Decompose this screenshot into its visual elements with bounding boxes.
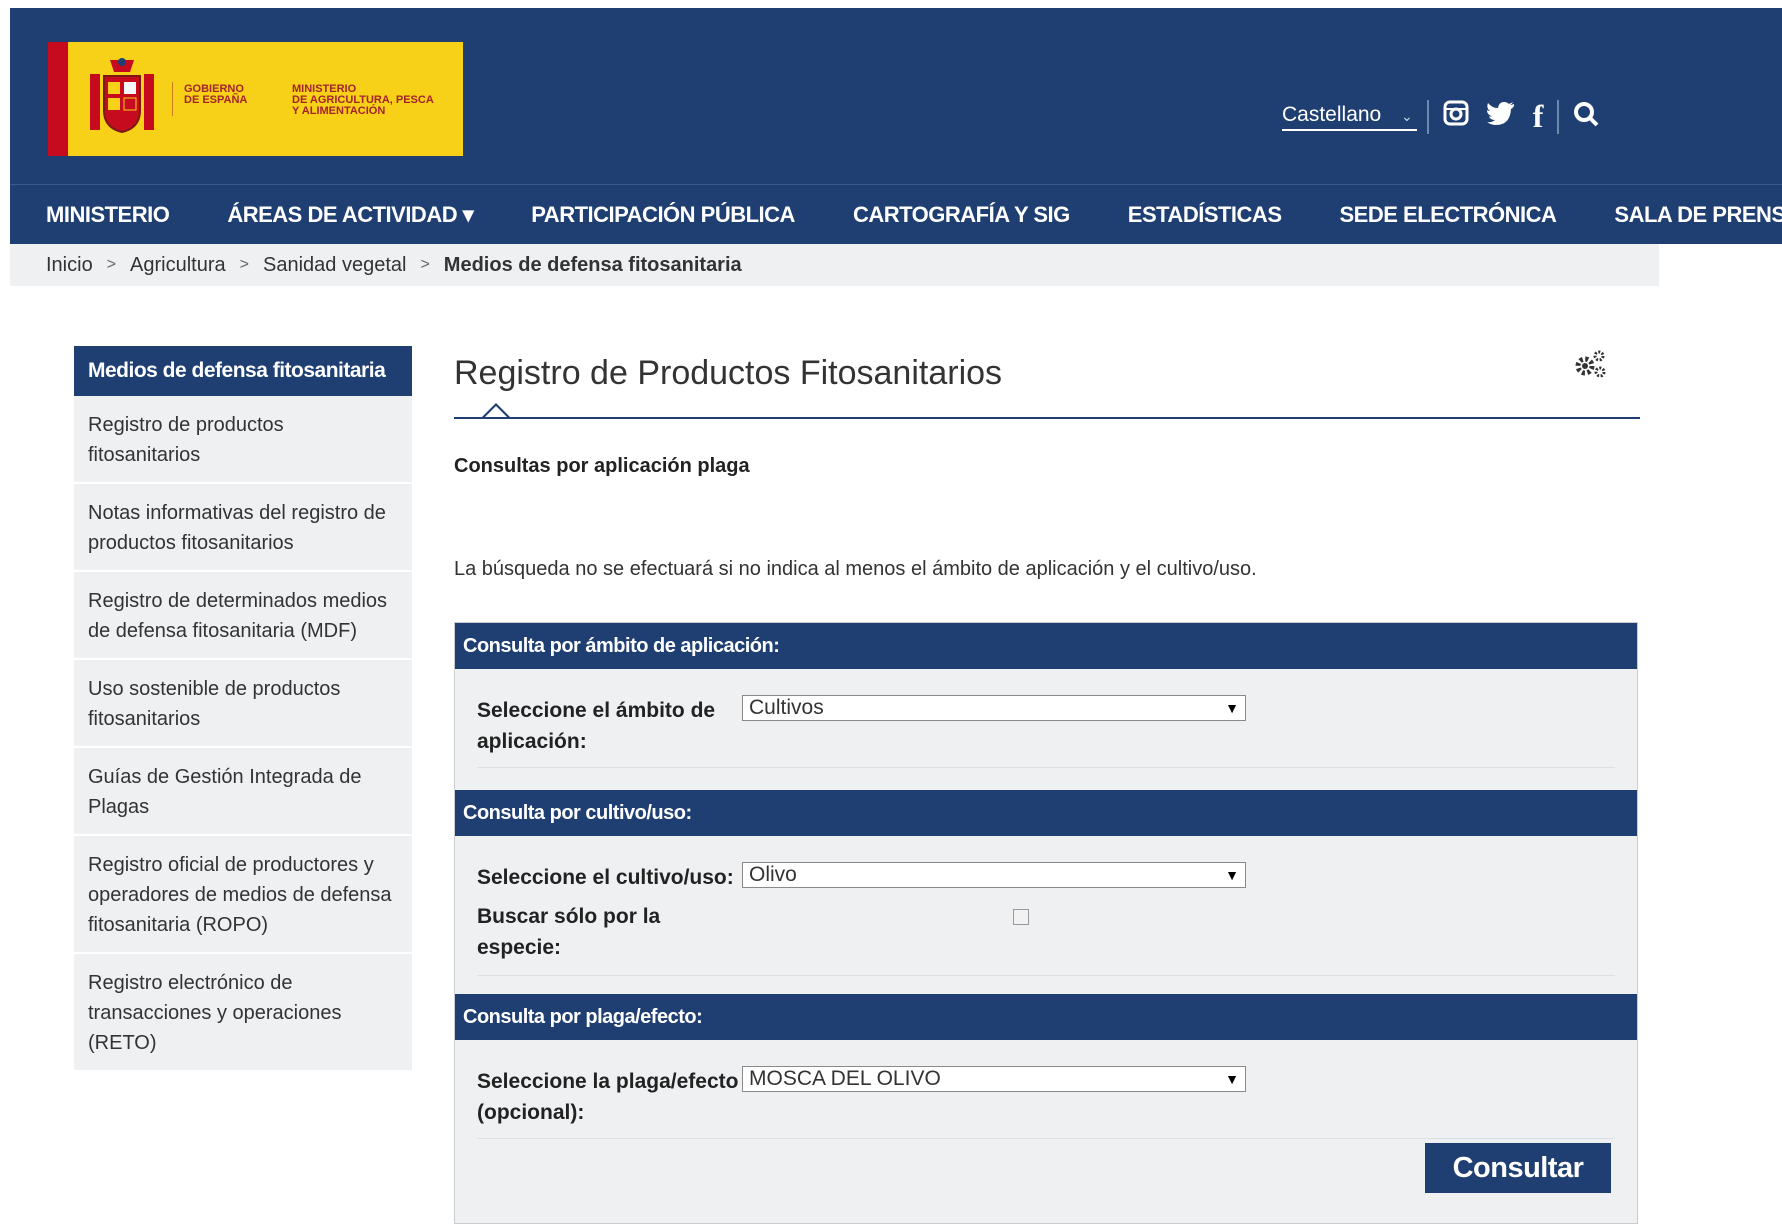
sidebar-item-reto[interactable]: Registro electrónico de transacciones y … xyxy=(74,954,412,1072)
form-row-especie: Buscar sólo por la especie: xyxy=(455,901,1637,963)
title-notch-inner xyxy=(485,406,507,417)
consultar-button[interactable]: Consultar xyxy=(1425,1143,1611,1193)
coat-of-arms-icon xyxy=(90,58,154,134)
breadcrumb-separator: > xyxy=(106,256,117,273)
government-logo[interactable]: GOBIERNO DE ESPAÑA MINISTERIO DE AGRICUL… xyxy=(32,42,463,156)
row-divider xyxy=(477,767,1615,768)
eu-flag-strip xyxy=(32,42,48,156)
breadcrumb-agricultura[interactable]: Agricultura xyxy=(130,254,226,277)
cultivo-label: Seleccione el cultivo/uso: xyxy=(477,866,734,889)
logo-divider xyxy=(172,82,173,116)
chevron-down-icon: ▼ xyxy=(1225,1071,1239,1087)
facebook-icon[interactable]: f xyxy=(1533,98,1544,135)
gear-icon[interactable] xyxy=(1572,348,1608,391)
query-form: Consulta por ámbito de aplicación: Selec… xyxy=(454,622,1638,1224)
sidebar-title[interactable]: Medios de defensa fitosanitaria xyxy=(74,346,412,396)
ambito-label: Seleccione el ámbito de aplicación: xyxy=(477,699,716,753)
cultivo-select[interactable]: Olivo ▼ xyxy=(742,862,1246,888)
language-select[interactable]: Castellano xyxy=(1282,103,1417,131)
nav-item-areas[interactable]: ÁREAS DE ACTIVIDAD ▾ xyxy=(227,202,473,228)
header-divider xyxy=(10,184,1782,185)
breadcrumb-current: Medios de defensa fitosanitaria xyxy=(443,253,742,276)
header-tools: Castellano ⌄ f xyxy=(1282,98,1599,135)
section-header-cultivo: Consulta por cultivo/uso: xyxy=(455,790,1637,836)
plaga-select[interactable]: MOSCA DEL OLIVO ▼ xyxy=(742,1066,1246,1092)
section-header-ambito: Consulta por ámbito de aplicación: xyxy=(455,623,1637,669)
especie-label: Buscar sólo por la especie: xyxy=(477,905,661,959)
title-underline xyxy=(454,403,1640,419)
search-icon[interactable] xyxy=(1573,101,1599,133)
chevron-down-icon: ▼ xyxy=(1225,700,1239,716)
section-header-plaga: Consulta por plaga/efecto: xyxy=(455,994,1637,1040)
plaga-label: Seleccione la plaga/efecto (opcional): xyxy=(477,1070,739,1124)
divider xyxy=(1557,99,1560,134)
sidebar-item-notas[interactable]: Notas informativas del registro de produ… xyxy=(74,484,412,572)
sidebar-item-guias[interactable]: Guías de Gestión Integrada de Plagas xyxy=(74,748,412,836)
breadcrumb-separator: > xyxy=(420,256,430,273)
sidebar-item-mdf[interactable]: Registro de determinados medios de defen… xyxy=(74,572,412,660)
chevron-down-icon: ▼ xyxy=(1225,867,1239,883)
ambito-select[interactable]: Cultivos ▼ xyxy=(742,695,1246,721)
nav-item-participacion[interactable]: PARTICIPACIÓN PÚBLICA xyxy=(531,202,795,228)
sidebar-item-ropo[interactable]: Registro oficial de productores y operad… xyxy=(74,836,412,954)
instagram-icon[interactable] xyxy=(1443,100,1469,133)
page-title: Registro de Productos Fitosanitarios xyxy=(454,354,1003,392)
row-divider xyxy=(477,975,1615,976)
logo-ministerio-text: MINISTERIO DE AGRICULTURA, PESCA Y ALIME… xyxy=(292,83,434,117)
form-row-ambito: Seleccione el ámbito de aplicación: Cult… xyxy=(455,695,1637,757)
sidebar-item-registro-productos[interactable]: Registro de productos fitosanitarios xyxy=(74,396,412,484)
search-note: La búsqueda no se efectuará si no indica… xyxy=(454,558,1257,580)
cultivo-select-value: Olivo xyxy=(749,863,797,886)
nav-item-prensa[interactable]: SALA DE PRENSA xyxy=(1614,202,1782,228)
nav-item-ministerio[interactable]: MINISTERIO xyxy=(46,202,170,228)
breadcrumb-inicio[interactable]: Inicio xyxy=(46,254,93,277)
plaga-select-value: MOSCA DEL OLIVO xyxy=(749,1067,941,1090)
social-links: f xyxy=(1443,98,1544,135)
main-nav: MINISTERIO ÁREAS DE ACTIVIDAD ▾ PARTICIP… xyxy=(46,202,1782,228)
breadcrumb-separator: > xyxy=(239,256,249,273)
form-row-plaga: Seleccione la plaga/efecto (opcional): M… xyxy=(455,1066,1637,1128)
nav-item-sede[interactable]: SEDE ELECTRÓNICA xyxy=(1340,202,1557,228)
nav-item-estadisticas[interactable]: ESTADÍSTICAS xyxy=(1128,202,1282,228)
divider xyxy=(1426,99,1429,134)
twitter-icon[interactable] xyxy=(1486,101,1515,132)
logo-gobierno-text: GOBIERNO DE ESPAÑA xyxy=(184,83,248,106)
main-content: Registro de Productos Fitosanitarios Con… xyxy=(454,346,1640,1224)
breadcrumb: Inicio > Agricultura > Sanidad vegetal >… xyxy=(10,244,1659,286)
breadcrumb-sanidad[interactable]: Sanidad vegetal xyxy=(263,254,406,277)
ambito-select-value: Cultivos xyxy=(749,696,824,719)
row-divider xyxy=(477,1138,1615,1139)
chevron-down-icon[interactable]: ⌄ xyxy=(1401,108,1413,125)
nav-item-cartografia[interactable]: CARTOGRAFÍA Y SIG xyxy=(853,202,1070,228)
sidebar-item-uso-sostenible[interactable]: Uso sostenible de productos fitosanitari… xyxy=(74,660,412,748)
section-subtitle: Consultas por aplicación plaga xyxy=(454,455,750,477)
spain-flag-strip xyxy=(48,42,68,156)
sidebar: Medios de defensa fitosanitaria Registro… xyxy=(74,346,412,1072)
form-row-cultivo: Seleccione el cultivo/uso: Olivo ▼ xyxy=(455,862,1637,893)
especie-checkbox[interactable] xyxy=(1013,909,1029,925)
